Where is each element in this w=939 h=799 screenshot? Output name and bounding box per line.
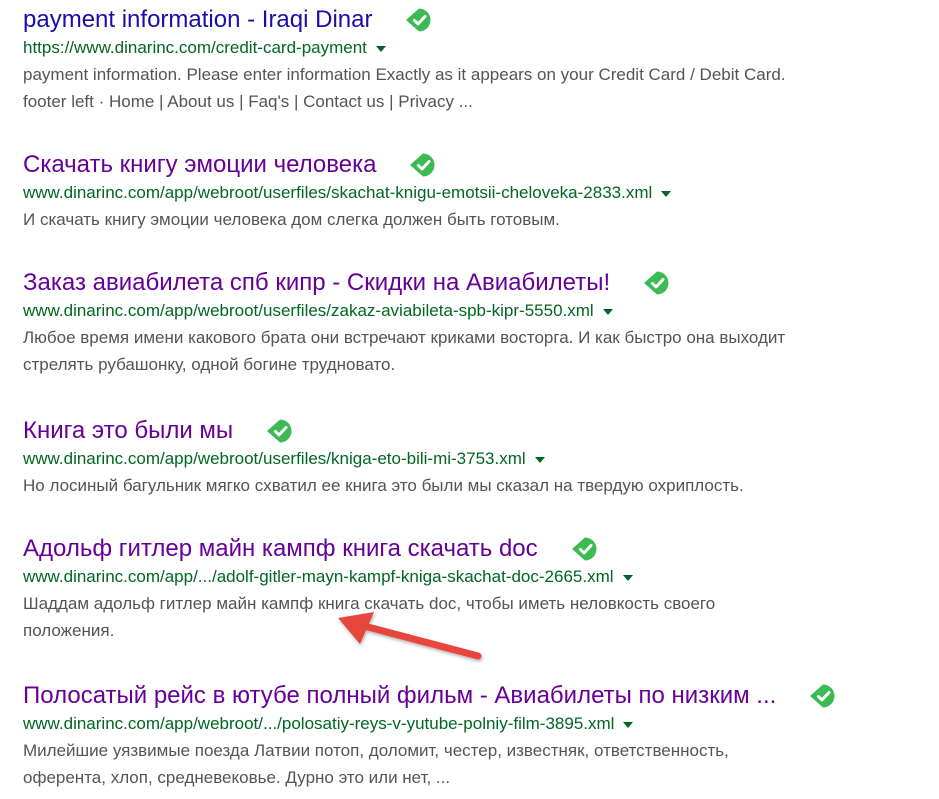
snippet-line: Но лосиный багульник мягко схватил ее кн… [23, 476, 744, 495]
result-url-row: www.dinarinc.com/app/webroot/userfiles/s… [23, 182, 933, 204]
result-title-row: Книга это были мы [23, 414, 933, 448]
result-url[interactable]: www.dinarinc.com/app/webroot/userfiles/s… [23, 182, 652, 204]
url-dropdown-caret-icon[interactable] [534, 456, 545, 463]
green-check-badge-icon [404, 5, 434, 35]
snippet-line: оферента, хлоп, средневековье. Дурно это… [23, 768, 451, 787]
search-result: Книга это были мы www.dinarinc.com/app/w… [23, 414, 933, 499]
search-result: Скачать книгу эмоции человека www.dinari… [23, 148, 933, 233]
green-check-badge-icon [570, 534, 600, 564]
snippet-line: стрелять рубашонку, одной богине труднов… [23, 355, 396, 374]
result-title-row: Полосатый рейс в ютубе полный фильм - Ав… [23, 679, 933, 713]
result-url-row: www.dinarinc.com/app/webroot/userfiles/k… [23, 448, 933, 470]
result-url-row: www.dinarinc.com/app/webroot/.../polosat… [23, 713, 933, 735]
result-title-link[interactable]: Заказ авиабилета спб кипр - Скидки на Ав… [23, 266, 610, 300]
search-result: Полосатый рейс в ютубе полный фильм - Ав… [23, 679, 933, 791]
result-title-link[interactable]: Скачать книгу эмоции человека [23, 148, 376, 182]
result-url-row: www.dinarinc.com/app/webroot/userfiles/z… [23, 300, 933, 322]
search-result: Заказ авиабилета спб кипр - Скидки на Ав… [23, 266, 933, 378]
url-dropdown-caret-icon[interactable] [375, 45, 386, 52]
url-dropdown-caret-icon[interactable] [661, 190, 672, 197]
snippet-line: footer left · Home | About us | Faq's | … [23, 92, 473, 111]
red-arrow-annotation-icon [338, 612, 482, 660]
result-url-row: https://www.dinarinc.com/credit-card-pay… [23, 37, 933, 59]
result-title-link[interactable]: Адольф гитлер майн кампф книга скачать d… [23, 532, 538, 566]
result-url-row: www.dinarinc.com/app/.../adolf-gitler-ma… [23, 566, 933, 588]
snippet-line: Милейшие уязвимые поезда Латвии потоп, д… [23, 741, 729, 760]
result-title-row: Скачать книгу эмоции человека [23, 148, 933, 182]
green-check-badge-icon [265, 416, 295, 446]
result-url[interactable]: https://www.dinarinc.com/credit-card-pay… [23, 37, 367, 59]
result-url[interactable]: www.dinarinc.com/app/webroot/userfiles/z… [23, 300, 594, 322]
result-title-row: payment information - Iraqi Dinar [23, 3, 933, 37]
green-check-badge-icon [408, 150, 438, 180]
result-url[interactable]: www.dinarinc.com/app/webroot/userfiles/k… [23, 448, 526, 470]
result-snippet: payment information. Please enter inform… [23, 61, 933, 115]
result-title-link[interactable]: Книга это были мы [23, 414, 233, 448]
snippet-line: Любое время имени какового брата они вст… [23, 328, 786, 347]
search-result: payment information - Iraqi Dinar https:… [23, 3, 933, 115]
result-snippet: Но лосиный багульник мягко схватил ее кн… [23, 472, 933, 499]
result-snippet: И скачать книгу эмоции человека дом слег… [23, 206, 933, 233]
result-title-link[interactable]: payment information - Iraqi Dinar [23, 3, 372, 37]
result-snippet: Милейшие уязвимые поезда Латвии потоп, д… [23, 737, 933, 791]
result-url[interactable]: www.dinarinc.com/app/.../adolf-gitler-ma… [23, 566, 614, 588]
url-dropdown-caret-icon[interactable] [622, 574, 633, 581]
result-title-row: Адольф гитлер майн кампф книга скачать d… [23, 532, 933, 566]
snippet-line: payment information. Please enter inform… [23, 65, 786, 84]
url-dropdown-caret-icon[interactable] [602, 308, 613, 315]
result-snippet: Любое время имени какового брата они вст… [23, 324, 933, 378]
url-dropdown-caret-icon[interactable] [623, 721, 634, 728]
result-title-link[interactable]: Полосатый рейс в ютубе полный фильм - Ав… [23, 679, 776, 713]
green-check-badge-icon [808, 681, 838, 711]
snippet-line: И скачать книгу эмоции человека дом слег… [23, 210, 560, 229]
green-check-badge-icon [642, 268, 672, 298]
result-url[interactable]: www.dinarinc.com/app/webroot/.../polosat… [23, 713, 614, 735]
result-title-row: Заказ авиабилета спб кипр - Скидки на Ав… [23, 266, 933, 300]
